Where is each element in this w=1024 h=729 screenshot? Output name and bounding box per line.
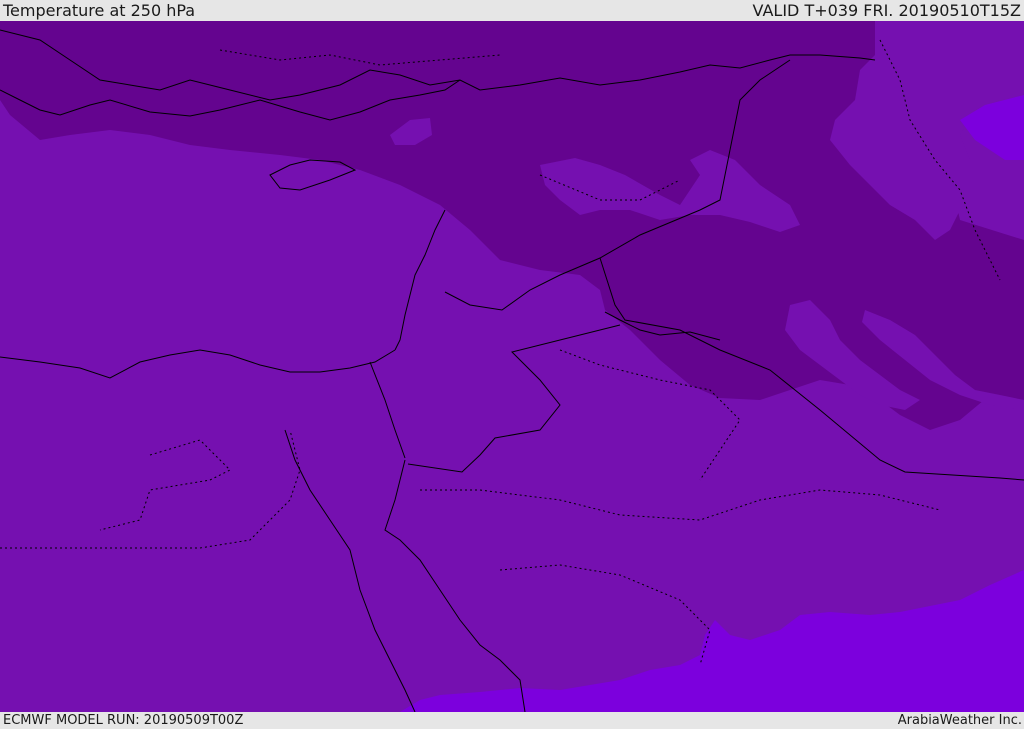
footer-bar: ECMWF MODEL RUN: 20190509T00Z ArabiaWeat… (0, 712, 1024, 729)
model-run-label: ECMWF MODEL RUN: 20190509T00Z (3, 713, 244, 728)
map-viewer: Temperature at 250 hPa VALID T+039 FRI. … (0, 0, 1024, 729)
map-canvas (0, 21, 1024, 712)
valid-time-label: VALID T+039 FRI. 20190510T15Z (752, 1, 1021, 20)
header-bar: Temperature at 250 hPa VALID T+039 FRI. … (0, 0, 1024, 21)
map-title: Temperature at 250 hPa (3, 1, 196, 20)
temperature-map (0, 21, 1024, 712)
credit-label: ArabiaWeather Inc. (897, 713, 1022, 728)
